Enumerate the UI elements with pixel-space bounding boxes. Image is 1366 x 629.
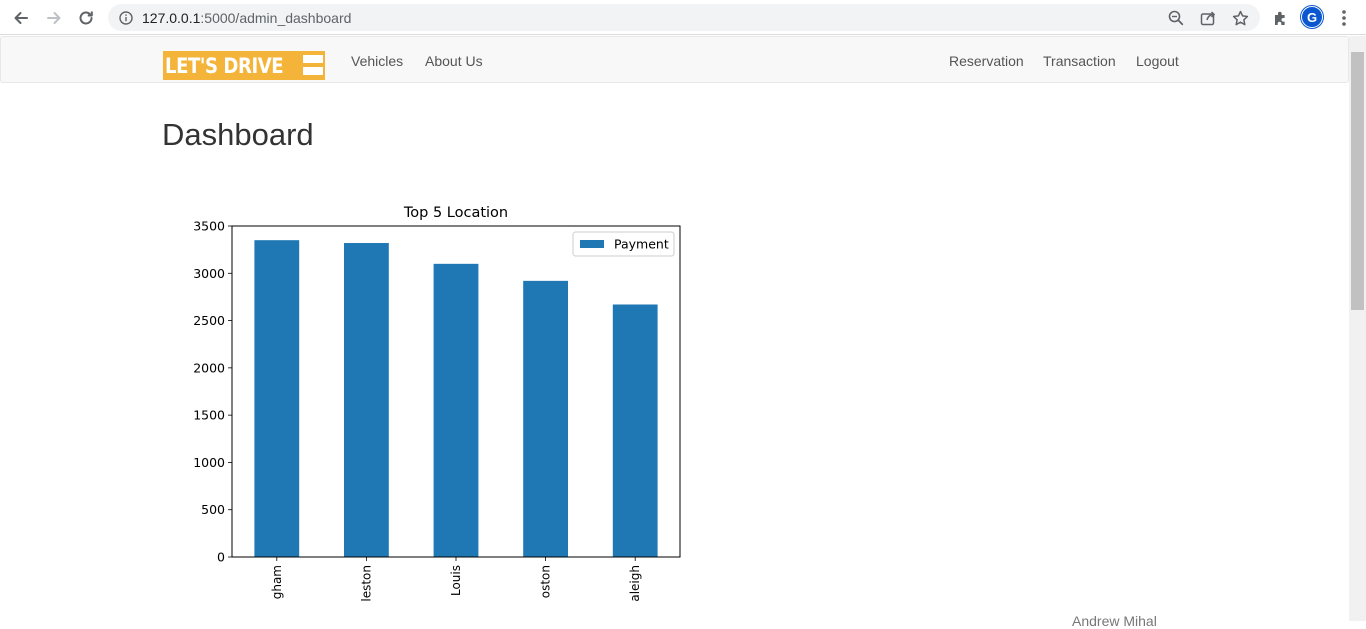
brand-logo-mark (303, 55, 323, 76)
profile-avatar[interactable]: G (1301, 6, 1323, 28)
site-navbar: LET'S DRIVE Vehicles About Us Reservatio… (0, 36, 1349, 83)
nav-link-about-us[interactable]: About Us (425, 53, 483, 69)
x-tick-label: Louis (449, 565, 463, 596)
zoom-icon[interactable] (1166, 8, 1186, 28)
url-host: 127.0.0.1 (142, 10, 201, 26)
address-bar[interactable]: 127.0.0.1:5000/admin_dashboard (108, 4, 1260, 31)
y-tick-label: 2500 (193, 313, 225, 328)
legend-swatch (580, 240, 604, 248)
y-tick-label: 2000 (193, 360, 225, 375)
chart-bar (433, 263, 479, 557)
y-tick-label: 3000 (193, 266, 225, 281)
brand-logo[interactable]: LET'S DRIVE (163, 51, 325, 80)
back-icon[interactable] (8, 5, 34, 31)
y-tick-label: 1500 (193, 408, 225, 423)
x-tick-label: oston (539, 565, 553, 598)
nav-link-transaction[interactable]: Transaction (1043, 53, 1116, 69)
y-tick-label: 0 (217, 550, 225, 565)
reload-icon[interactable] (73, 5, 99, 31)
url-text: 127.0.0.1:5000/admin_dashboard (142, 10, 351, 26)
more-menu-icon[interactable] (1331, 5, 1357, 31)
y-tick-label: 500 (201, 502, 225, 517)
forward-icon[interactable] (41, 5, 67, 31)
chart-bar (612, 304, 658, 557)
x-tick-label: leston (359, 565, 373, 602)
x-tick-label: aleigh (628, 565, 642, 602)
footer-text: Andrew Mihal (1072, 613, 1157, 629)
scrollbar-thumb[interactable] (1351, 52, 1364, 310)
y-tick-label: 1000 (193, 455, 225, 470)
chart-bar (523, 280, 568, 557)
bookmark-star-icon[interactable] (1230, 8, 1250, 28)
info-icon[interactable] (116, 8, 136, 28)
extensions-icon[interactable] (1267, 5, 1293, 31)
browser-toolbar: 127.0.0.1:5000/admin_dashboard G (0, 0, 1366, 35)
chart-svg: Top 5 Location gham leston Louis oston aleigh… (193, 205, 681, 602)
top-locations-chart: Top 5 Location gham leston Louis oston aleigh… (180, 195, 700, 621)
chart-bar (254, 240, 300, 557)
x-tick-label: gham (270, 565, 284, 599)
y-tick-label: 3500 (193, 219, 225, 234)
page-scrollbar[interactable] (1349, 36, 1366, 621)
brand-logo-text: LET'S DRIVE (165, 53, 284, 78)
legend-label: Payment (614, 237, 669, 252)
nav-link-reservation[interactable]: Reservation (949, 53, 1024, 69)
url-path: :5000/admin_dashboard (200, 10, 352, 26)
chart-bar (344, 243, 389, 557)
nav-link-vehicles[interactable]: Vehicles (351, 53, 403, 69)
chart-title: Top 5 Location (403, 205, 508, 221)
page-title: Dashboard (162, 117, 314, 152)
nav-link-logout[interactable]: Logout (1136, 53, 1179, 69)
share-icon[interactable] (1198, 8, 1218, 28)
